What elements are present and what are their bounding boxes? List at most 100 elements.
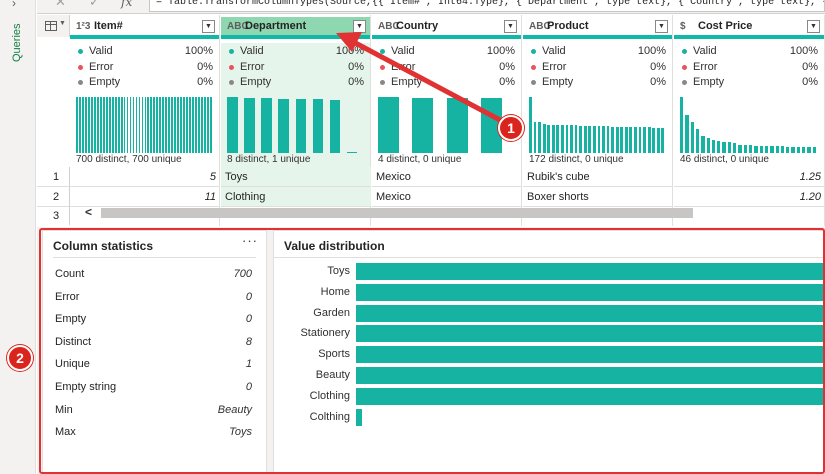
cell-department[interactable]: Clothing (221, 187, 371, 207)
histogram-bar[interactable] (786, 146, 790, 153)
histogram-bar[interactable] (111, 97, 114, 153)
histogram-bar[interactable] (295, 98, 307, 153)
histogram-bar[interactable] (579, 126, 583, 153)
histogram-bar[interactable] (126, 97, 129, 153)
histogram-bar[interactable] (412, 97, 434, 153)
histogram-bar[interactable] (711, 139, 716, 153)
histogram-bar[interactable] (189, 97, 192, 153)
filter-dropdown-button[interactable]: ▼ (655, 19, 668, 33)
histogram-bar[interactable] (192, 97, 194, 153)
histogram-bar[interactable] (656, 127, 660, 153)
histogram-bar[interactable] (743, 145, 747, 153)
scroll-left-icon[interactable]: < (85, 205, 92, 219)
histogram-bar[interactable] (102, 97, 105, 153)
histogram-bar[interactable] (542, 123, 546, 153)
histogram-bar[interactable] (346, 151, 358, 153)
text-type-icon[interactable]: ABC (227, 21, 249, 32)
histogram-bar[interactable] (565, 125, 569, 153)
histogram-bar[interactable] (796, 146, 801, 153)
histogram-bar[interactable] (588, 126, 592, 153)
column-header-item[interactable]: 1²3 Item# ▼ (70, 17, 219, 39)
value-bar[interactable] (356, 304, 825, 322)
column-header-country[interactable]: ABC Country ▼ (372, 17, 521, 39)
value-bar[interactable] (356, 367, 825, 384)
histogram-bar[interactable] (183, 97, 186, 153)
text-type-icon[interactable]: ABC (378, 21, 400, 32)
histogram-bar[interactable] (186, 97, 189, 153)
histogram-bar[interactable] (90, 97, 93, 153)
histogram-bar[interactable] (162, 97, 165, 153)
histogram-bar[interactable] (168, 97, 171, 153)
cell-country[interactable]: Mexico (372, 167, 522, 187)
cell-department[interactable]: Toys (221, 167, 371, 187)
histogram-bar[interactable] (129, 97, 132, 153)
histogram-bar[interactable] (201, 97, 203, 153)
cell-cost-price[interactable]: 1.25 (674, 167, 825, 187)
histogram-bar[interactable] (759, 145, 763, 153)
histogram-bar[interactable] (84, 97, 87, 153)
histogram-bar[interactable] (570, 125, 573, 153)
histogram-bar[interactable] (647, 127, 651, 153)
histogram-bar[interactable] (76, 97, 78, 153)
value-distribution-row[interactable]: Colthing (274, 408, 825, 426)
histogram-bar[interactable] (538, 122, 541, 153)
histogram-bar[interactable] (652, 127, 656, 153)
queries-pane-toggle[interactable]: Queries (11, 18, 23, 62)
histogram-bar[interactable] (210, 97, 212, 153)
value-distribution-row[interactable]: Beauty (274, 367, 825, 384)
histogram-bar[interactable] (144, 97, 147, 153)
histogram-bar[interactable] (96, 97, 99, 153)
filter-dropdown-button[interactable]: ▼ (202, 19, 215, 33)
histogram-bar[interactable] (105, 97, 108, 153)
filter-dropdown-button[interactable]: ▼ (353, 19, 366, 33)
expand-chevron-icon[interactable]: › (12, 0, 16, 10)
histogram-bar[interactable] (701, 136, 705, 153)
histogram-bar[interactable] (141, 97, 144, 153)
cell-country[interactable]: Mexico (372, 187, 522, 207)
currency-type-icon[interactable]: $ (680, 21, 698, 32)
filter-dropdown-button[interactable]: ▼ (504, 19, 517, 33)
histogram-bar[interactable] (722, 141, 726, 153)
column-header-department[interactable]: ABC Department ▼ (221, 17, 370, 39)
histogram-bar[interactable] (624, 126, 628, 153)
value-distribution-row[interactable]: Stationery (274, 325, 825, 343)
histogram-bar[interactable] (174, 97, 177, 153)
histogram-bar[interactable] (583, 126, 587, 153)
histogram-bar[interactable] (165, 97, 168, 153)
formula-input[interactable]: = Table.TransformColumnTypes(Source,{{"I… (149, 0, 825, 12)
histogram-bar[interactable] (620, 126, 624, 153)
histogram-bar[interactable] (378, 97, 400, 153)
histogram-bar[interactable] (93, 97, 96, 153)
histogram-bar[interactable] (695, 129, 700, 153)
histogram-bar[interactable] (775, 146, 779, 153)
filter-dropdown-button[interactable]: ▼ (807, 19, 820, 33)
histogram-bar[interactable] (690, 122, 694, 153)
histogram-bar[interactable] (597, 126, 601, 153)
histogram-bar[interactable] (312, 99, 324, 153)
histogram-bar[interactable] (606, 126, 610, 153)
value-distribution-row[interactable]: Sports (274, 346, 825, 364)
cell-cost-price[interactable]: 1.20 (674, 187, 825, 207)
histogram-bar[interactable] (638, 127, 642, 153)
more-options-icon[interactable]: ··· (242, 233, 258, 248)
value-distribution-row[interactable]: Clothing (274, 387, 825, 405)
value-bar[interactable] (356, 387, 825, 405)
value-bar[interactable] (356, 346, 825, 364)
histogram-bar[interactable] (791, 146, 795, 153)
histogram-bar[interactable] (244, 98, 255, 153)
histogram-bar[interactable] (727, 142, 732, 153)
histogram-bar[interactable] (123, 97, 126, 153)
histogram-bar[interactable] (685, 114, 689, 153)
histogram-bar[interactable] (156, 97, 159, 153)
histogram-bar[interactable] (99, 97, 102, 153)
histogram-bar[interactable] (643, 127, 646, 153)
value-bar[interactable] (356, 283, 825, 301)
histogram-bar[interactable] (278, 98, 289, 153)
histogram-bar[interactable] (171, 97, 174, 153)
histogram-bar[interactable] (592, 126, 596, 153)
histogram-bar[interactable] (150, 97, 153, 153)
histogram-bar[interactable] (706, 137, 710, 153)
histogram-bar[interactable] (153, 97, 156, 153)
histogram-bar[interactable] (195, 97, 197, 153)
whole-number-type-icon[interactable]: 1²3 (76, 21, 94, 32)
